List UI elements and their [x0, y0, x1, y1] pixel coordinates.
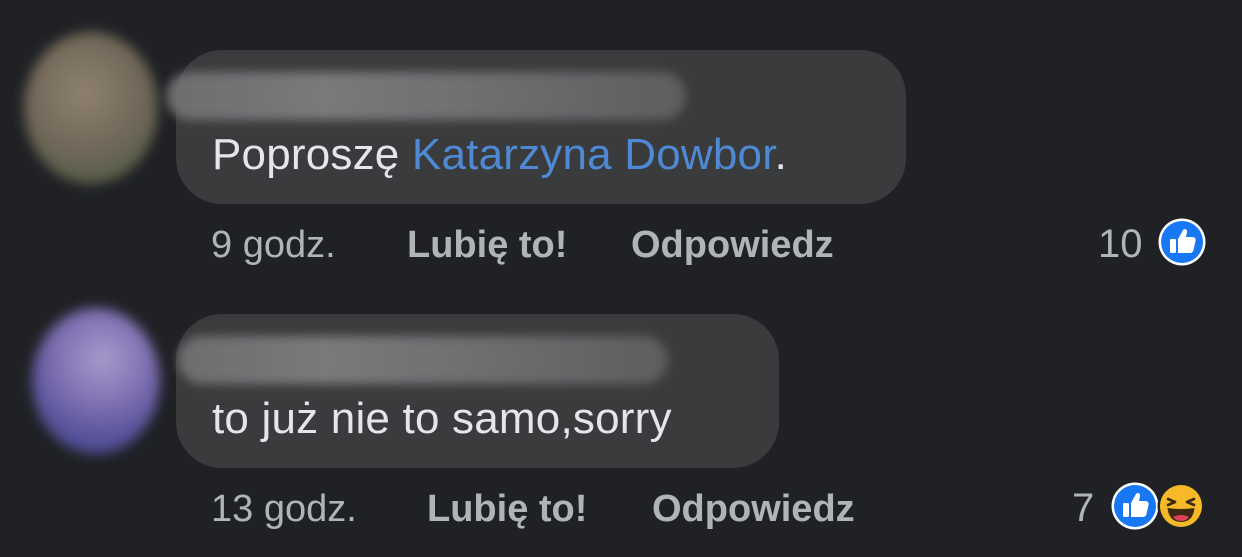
haha-icon[interactable]	[1156, 481, 1206, 531]
comment-bubble[interactable]: to już nie to samo,sorry	[176, 314, 779, 468]
comment-text-before: Poproszę	[212, 130, 412, 179]
reply-button[interactable]: Odpowiedz	[652, 488, 855, 531]
avatar[interactable]	[24, 32, 158, 184]
like-icon[interactable]	[1157, 217, 1207, 267]
like-button[interactable]: Lubię to!	[407, 224, 567, 267]
like-icon[interactable]	[1110, 481, 1160, 531]
comment-text-after: .	[774, 130, 788, 179]
comment-bubble[interactable]: Poproszę Katarzyna Dowbor.	[166, 50, 906, 204]
comment-timestamp[interactable]: 9 godz.	[211, 224, 336, 267]
reply-button[interactable]: Odpowiedz	[631, 224, 834, 267]
like-button[interactable]: Lubię to!	[427, 488, 587, 531]
comment-text: Poproszę Katarzyna Dowbor.	[212, 130, 787, 180]
redacted-author-name	[166, 72, 686, 120]
mention-link[interactable]: Katarzyna Dowbor	[412, 130, 775, 179]
previous-comment-fragment	[230, 0, 750, 8]
reaction-count[interactable]: 7	[1072, 486, 1094, 531]
avatar[interactable]	[32, 308, 160, 454]
redacted-author-name	[178, 336, 668, 384]
comment-text: to już nie to samo,sorry	[212, 394, 672, 443]
reaction-count[interactable]: 10	[1098, 222, 1143, 267]
comment-timestamp[interactable]: 13 godz.	[211, 488, 357, 531]
